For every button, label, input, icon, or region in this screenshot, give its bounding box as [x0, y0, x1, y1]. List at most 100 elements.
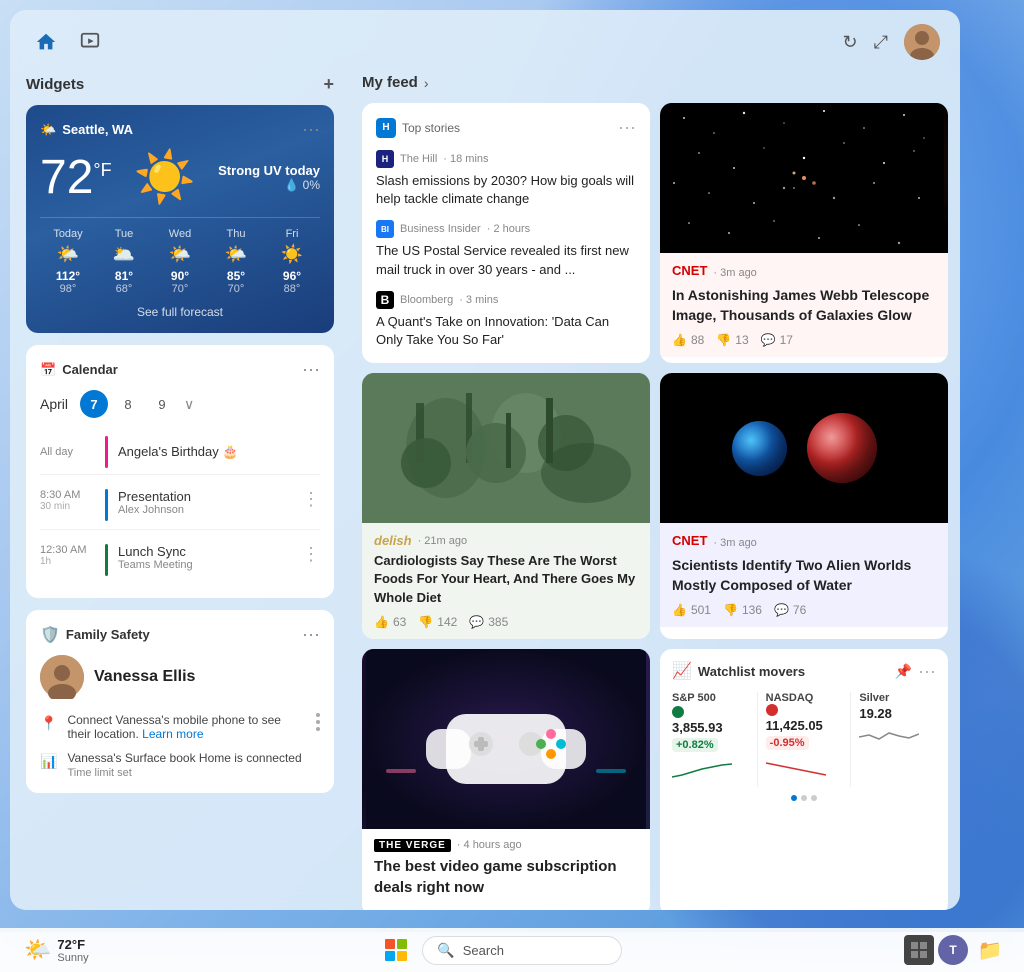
lunch-sync-name: Lunch Sync [118, 544, 292, 559]
taskbar: 🌤️ 72°F Sunny 🔍 Search [0, 928, 1024, 972]
silver-name: Silver [859, 692, 936, 704]
weather-description: Strong UV today 💧 0% [218, 163, 320, 192]
see-full-forecast-button[interactable]: See full forecast [40, 305, 320, 319]
media-icon[interactable] [74, 26, 106, 58]
hill-time: · 18 mins [443, 153, 488, 165]
watchlist-title: Watchlist movers [698, 664, 889, 679]
calendar-more-button[interactable]: ··· [302, 359, 320, 380]
taskbar-search-bar[interactable]: 🔍 Search [422, 936, 622, 965]
activity-icon: 📊 [40, 753, 57, 770]
family-safety-more-button[interactable]: ··· [302, 624, 320, 645]
news-item-bi[interactable]: BI Business Insider · 2 hours The US Pos… [376, 220, 636, 278]
calendar-day-8[interactable]: 8 [114, 390, 142, 418]
home-icon[interactable] [30, 26, 62, 58]
forecast-day-tue: Tue 🌥️ 81° 68° [96, 228, 152, 295]
presentation-event: 8:30 AM 30 min Presentation Alex Johnson… [40, 481, 320, 530]
watchlist-chart-icon: 📈 [672, 661, 692, 681]
top-stories-more-button[interactable]: ··· [618, 117, 636, 138]
family-item-dots [316, 713, 320, 731]
family-safety-header: 🛡️ Family Safety ··· [40, 624, 320, 645]
panel-content: Widgets + 🌤️ Seattle, WA ··· 72°F [10, 74, 960, 910]
verge-card[interactable]: THE VERGE · 4 hours ago The best video g… [362, 649, 650, 910]
cnet-webb-comments: 💬 17 [761, 333, 793, 347]
calendar-header: 📅 Calendar ··· [40, 359, 320, 380]
presentation-sub: Alex Johnson [118, 504, 292, 516]
win-square-1 [385, 939, 395, 949]
win-square-2 [397, 939, 407, 949]
weather-temp-block: 72°F [40, 150, 112, 205]
calendar-events: All day Angela's Birthday 🎂 8:30 AM 30 m… [40, 430, 320, 584]
silver-value: 19.28 [859, 706, 936, 721]
presentation-time: 8:30 AM 30 min [40, 489, 95, 512]
presentation-more-button[interactable]: ⋮ [302, 489, 320, 510]
person-avatar [40, 655, 84, 699]
bloomberg-logo: B [376, 291, 394, 309]
lunch-sync-info: Lunch Sync Teams Meeting [118, 544, 292, 571]
calendar-nav: April 7 8 9 ∨ [40, 390, 320, 418]
refresh-icon[interactable]: ↻ [843, 32, 858, 53]
watchlist-dot-2 [801, 795, 807, 801]
bloomberg-title: A Quant's Take on Innovation: 'Data Can … [376, 313, 636, 349]
calendar-day-7[interactable]: 7 [80, 390, 108, 418]
lunch-sync-time: 12:30 AM 1h [40, 544, 95, 567]
calendar-days: 7 8 9 [80, 390, 176, 418]
delish-title: Cardiologists Say These Are The Worst Fo… [374, 552, 638, 607]
family-safety-icon: 🛡️ [40, 625, 60, 645]
weather-precipitation: 💧 0% [218, 178, 320, 192]
taskbar-files-icon[interactable]: 📁 [972, 932, 1008, 968]
delish-card[interactable]: delish · 21m ago Cardiologists Say These… [362, 373, 650, 639]
learn-more-link[interactable]: Learn more [142, 727, 203, 741]
cloud-icon: 🌤️ [40, 122, 56, 138]
watchlist-pin-button[interactable]: 📌 [895, 663, 912, 680]
taskbar-weather[interactable]: 🌤️ 72°F Sunny [16, 933, 97, 968]
feed-header: My feed › [362, 74, 948, 91]
weather-more-button[interactable]: ··· [302, 119, 320, 140]
cnet-aliens-stats: 👍 501 👎 136 💬 76 [672, 603, 936, 617]
cnet-brand: CNET [672, 263, 707, 278]
lunch-sync-more-button[interactable]: ⋮ [302, 544, 320, 565]
user-avatar[interactable] [904, 24, 940, 60]
lunch-sync-bar [105, 544, 108, 576]
weather-desc-text: Strong UV today [218, 163, 320, 178]
add-widget-button[interactable]: + [323, 74, 334, 95]
weather-widget: 🌤️ Seattle, WA ··· 72°F ☀️ Strong UV tod… [26, 105, 334, 333]
news-item-bloomberg[interactable]: B Bloomberg · 3 mins A Quant's Take on I… [376, 291, 636, 349]
taskbar-desktop-button[interactable] [904, 935, 934, 965]
family-item-device: 📊 Vanessa's Surface book Home is connect… [40, 751, 320, 779]
panel-header-right: ↻ ⤢ [843, 24, 941, 60]
cnet-webb-card[interactable]: CNET · 3m ago In Astonishing James Webb … [660, 103, 948, 363]
watchlist-more-button[interactable]: ··· [918, 661, 936, 682]
panel-header: ↻ ⤢ [10, 10, 960, 74]
calendar-day-9[interactable]: 9 [148, 390, 176, 418]
start-button[interactable] [378, 932, 414, 968]
watchlist-dot-3 [811, 795, 817, 801]
taskbar-left: 🌤️ 72°F Sunny [16, 933, 97, 968]
forecast-day-fri: Fri ☀️ 96° 88° [264, 228, 320, 295]
feed-chevron-icon[interactable]: › [424, 75, 429, 91]
expand-icon[interactable]: ⤢ [874, 32, 888, 53]
cnet-aliens-card[interactable]: CNET · 3m ago Scientists Identify Two Al… [660, 373, 948, 639]
calendar-chevron-icon[interactable]: ∨ [184, 396, 194, 413]
news-item-hill[interactable]: H The Hill · 18 mins Slash emissions by … [376, 150, 636, 208]
all-day-event: All day Angela's Birthday 🎂 [40, 430, 320, 475]
family-person: Vanessa Ellis [40, 655, 320, 699]
windows-logo [385, 939, 407, 961]
delish-brand: delish [374, 533, 412, 548]
planets-image [660, 373, 948, 523]
birthday-event: Angela's Birthday 🎂 [118, 444, 239, 460]
taskbar-teams-icon[interactable]: T [938, 935, 968, 965]
taskbar-condition: Sunny [57, 952, 88, 964]
person-name: Vanessa Ellis [94, 668, 195, 686]
nasdaq-chart [766, 755, 843, 785]
news-item-bloomberg-source: B Bloomberg · 3 mins [376, 291, 636, 309]
taskbar-right: T 📁 [904, 932, 1008, 968]
feed-grid: H Top stories ··· H The Hill · 18 mins S… [362, 103, 948, 910]
forecast-day-today: Today 🌤️ 112° 98° [40, 228, 96, 295]
delish-stats: 👍 63 👎 142 💬 385 [374, 615, 638, 629]
lunch-sync-event: 12:30 AM 1h Lunch Sync Teams Meeting ⋮ [40, 536, 320, 584]
left-column: Widgets + 🌤️ Seattle, WA ··· 72°F [10, 74, 350, 910]
cnet2-dislikes: 👎 136 [723, 603, 762, 617]
widgets-label: Widgets [26, 76, 84, 93]
verge-title: The best video game subscription deals r… [374, 856, 638, 898]
sp500-value: 3,855.93 [672, 720, 749, 735]
